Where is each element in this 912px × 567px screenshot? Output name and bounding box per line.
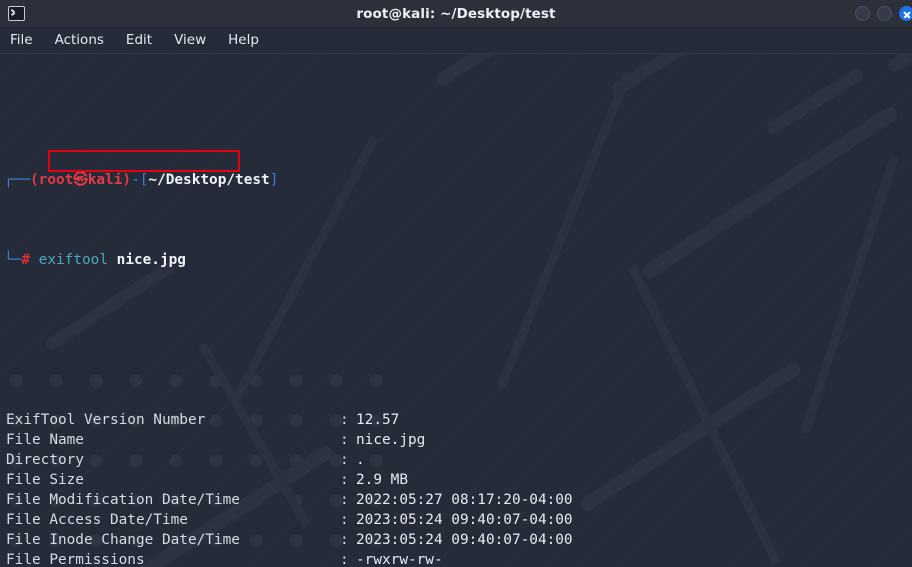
output-row: ExifTool Version Number:12.57 xyxy=(4,410,912,430)
output-row: File Permissions: -rwxrw-rw- xyxy=(4,550,912,567)
terminal-icon xyxy=(8,6,25,21)
menu-item-file[interactable]: File xyxy=(10,32,33,48)
prompt-paren-close: ) xyxy=(122,172,132,188)
output-separator: : xyxy=(340,552,349,567)
output-key: File Access Date/Time xyxy=(6,512,188,528)
output-row: File Name: nice.jpg xyxy=(4,430,912,450)
output-separator: : xyxy=(340,472,349,488)
shell-prompt-block: ┌──(root㉿kali)-[~/Desktop/test] └─# exif… xyxy=(4,130,912,350)
output-row: File Size:2.9 MB xyxy=(4,470,912,490)
command-argument: nice.jpg xyxy=(116,252,186,268)
menu-item-help[interactable]: Help xyxy=(228,32,259,48)
prompt-path: ~/Desktop/test xyxy=(148,172,270,188)
output-row: File Access Date/Time:2023:05:24 09:40:0… xyxy=(4,510,912,530)
window-titlebar[interactable]: root@kali: ~/Desktop/test xyxy=(0,0,912,27)
output-value: 2023:05:24 09:40:07-04:00 xyxy=(356,532,573,548)
output-separator: : xyxy=(340,512,349,528)
close-button[interactable] xyxy=(899,6,912,21)
prompt-bracket-close: ] xyxy=(269,172,279,188)
prompt-corner-top: ┌── xyxy=(4,172,30,188)
prompt-corner-bottom: └─ xyxy=(4,252,22,268)
output-value: -rwxrw-rw- xyxy=(356,552,443,567)
prompt-line-command[interactable]: └─# exiftool nice.jpg xyxy=(4,250,912,270)
output-separator: : xyxy=(340,432,349,448)
maximize-button[interactable] xyxy=(877,6,892,21)
output-key: File Name xyxy=(6,432,84,448)
menu-item-edit[interactable]: Edit xyxy=(126,32,152,48)
output-separator: : xyxy=(340,412,349,428)
output-key: ExifTool Version Number xyxy=(6,412,206,428)
prompt-hash: # xyxy=(21,252,30,268)
output-separator: : xyxy=(340,452,349,468)
prompt-dash: - xyxy=(131,172,140,188)
output-key: File Permissions xyxy=(6,552,145,567)
output-value: nice.jpg xyxy=(356,432,426,448)
output-row: File Modification Date/Time:2022:05:27 0… xyxy=(4,490,912,510)
prompt-host: kali xyxy=(87,172,123,188)
command-name: exiftool xyxy=(38,252,108,268)
prompt-user: root xyxy=(38,172,74,188)
output-key: Directory xyxy=(6,452,84,468)
menu-item-actions[interactable]: Actions xyxy=(55,32,104,48)
output-key: File Modification Date/Time xyxy=(6,492,240,508)
output-row: File Inode Change Date/Time:2023:05:24 0… xyxy=(4,530,912,550)
window-title: root@kali: ~/Desktop/test xyxy=(356,5,556,22)
output-value: 2023:05:24 09:40:07-04:00 xyxy=(356,512,573,528)
command-highlight-box xyxy=(48,150,240,172)
output-separator: : xyxy=(340,492,349,508)
minimize-button[interactable] xyxy=(855,6,870,21)
window-controls xyxy=(855,6,912,21)
menu-item-view[interactable]: View xyxy=(174,32,206,48)
terminal-output-area[interactable]: ┌──(root㉿kali)-[~/Desktop/test] └─# exif… xyxy=(0,54,912,567)
output-key: File Size xyxy=(6,472,84,488)
kali-logo-icon: ㉿ xyxy=(73,172,88,188)
output-value: 12.57 xyxy=(356,412,400,428)
exiftool-output-list: ExifTool Version Number:12.57 File Name: n… xyxy=(4,410,912,567)
prompt-paren-open: ( xyxy=(30,172,39,188)
prompt-line-path: ┌──(root㉿kali)-[~/Desktop/test] xyxy=(4,170,912,190)
output-key: File Inode Change Date/Time xyxy=(6,532,240,548)
output-value: 2022:05:27 08:17:20-04:00 xyxy=(356,492,573,508)
output-row: Directory:. xyxy=(4,450,912,470)
output-value: . xyxy=(356,452,365,468)
menu-bar: File Actions Edit View Help xyxy=(0,27,912,54)
output-separator: : xyxy=(340,532,349,548)
output-value: 2.9 MB xyxy=(356,472,408,488)
